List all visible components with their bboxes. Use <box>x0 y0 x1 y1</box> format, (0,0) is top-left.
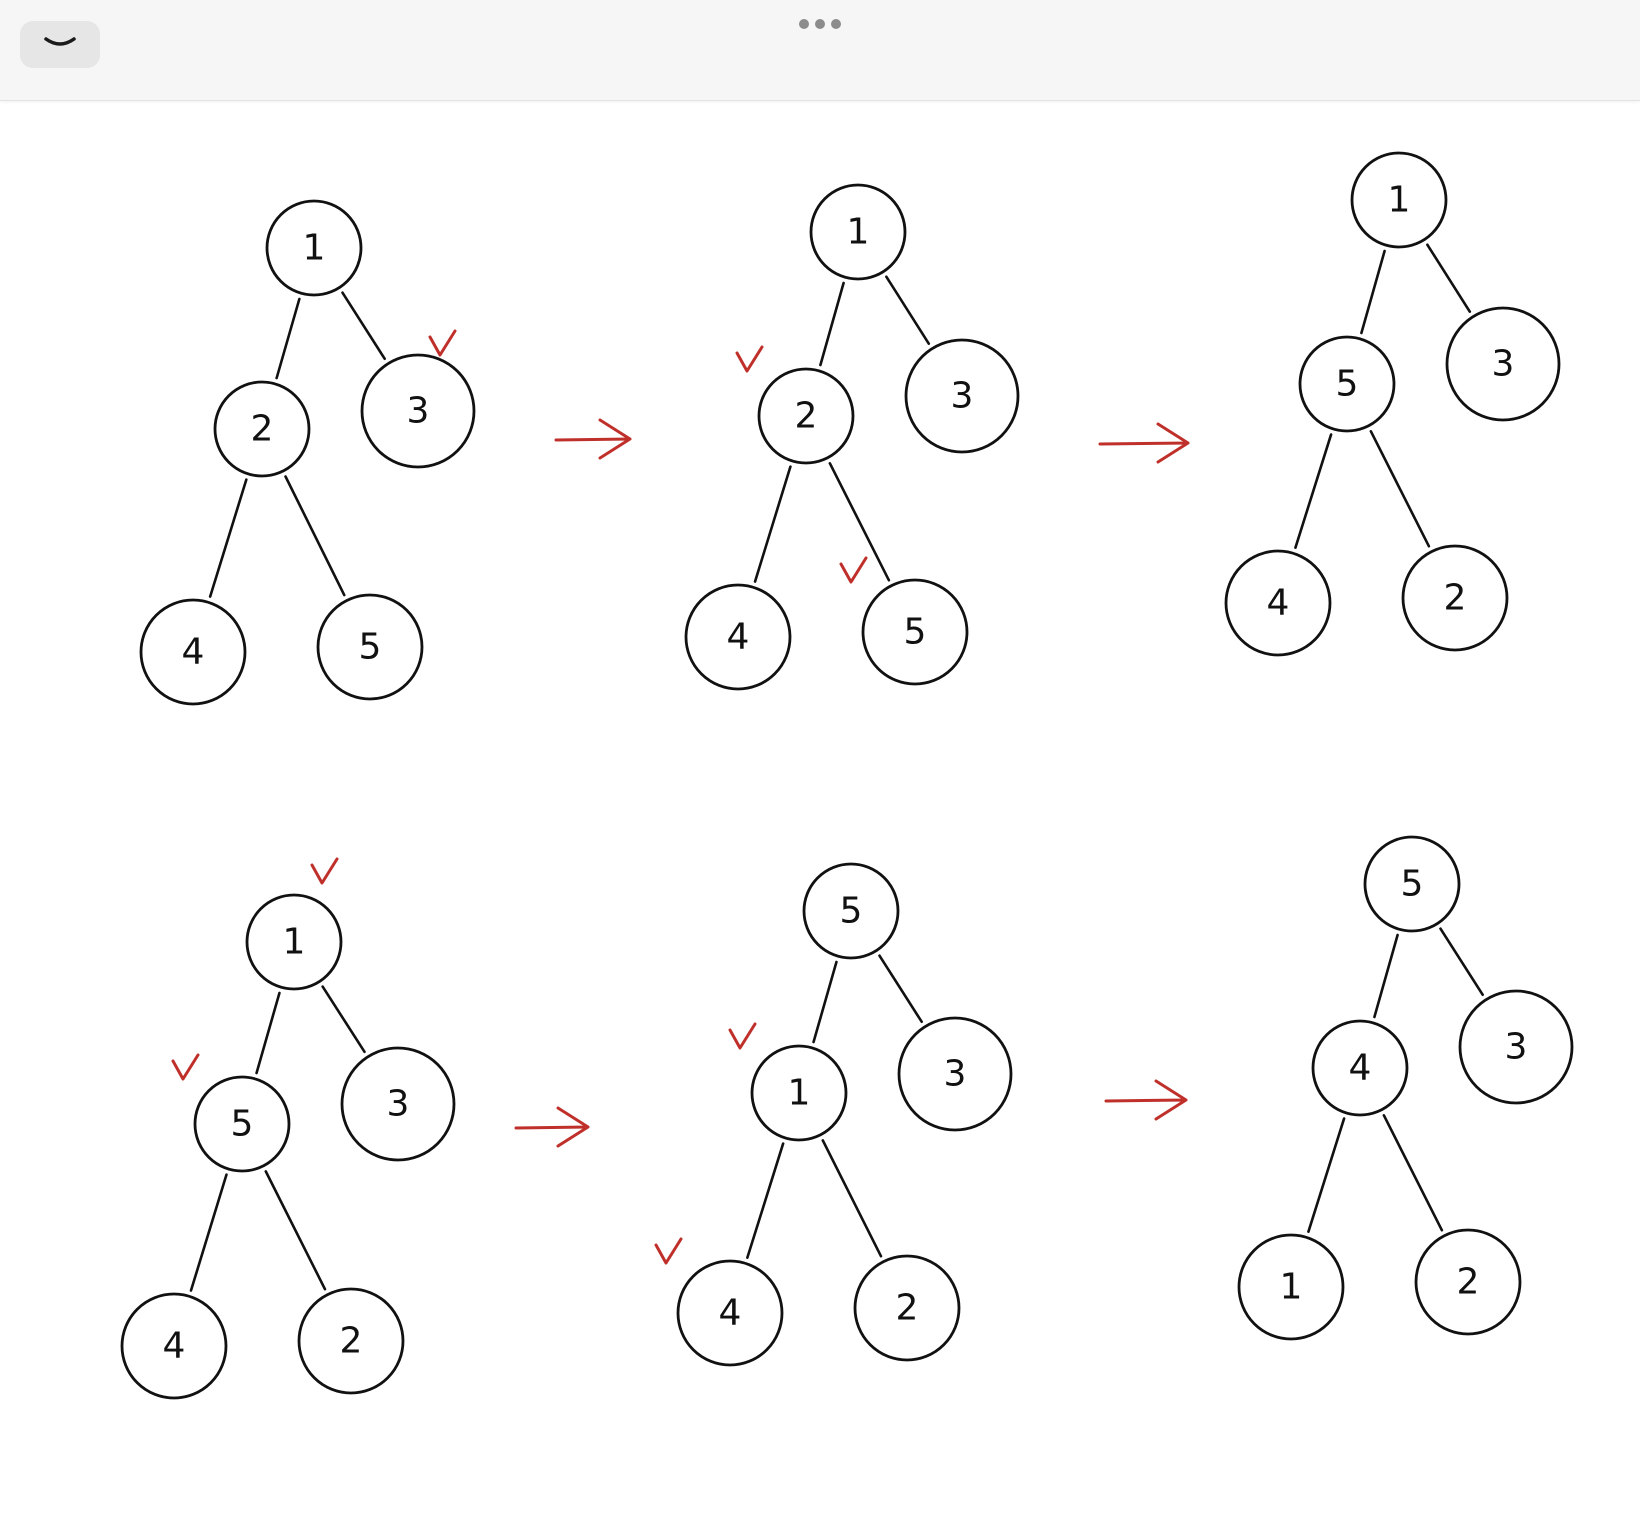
tree-edge <box>284 475 346 597</box>
tree-edge <box>746 1142 785 1259</box>
tree-edge <box>1426 243 1472 313</box>
tree-edge <box>1360 249 1386 335</box>
tree-edge <box>321 985 366 1054</box>
tree-node-label: 4 <box>1349 1048 1372 1089</box>
tree-node-label: 2 <box>251 409 274 450</box>
tree-node-label: 5 <box>1401 864 1424 905</box>
checkmark <box>839 556 868 584</box>
tree-edge <box>1439 927 1484 997</box>
tree-edge <box>275 297 301 380</box>
tree-node-label: 1 <box>303 228 326 269</box>
tree-edge <box>812 960 838 1044</box>
more-horizontal-icon <box>799 19 809 29</box>
tree-edge <box>264 1170 327 1291</box>
tree-node-label: 5 <box>904 612 927 653</box>
tree-edge <box>1294 433 1333 549</box>
checkmark <box>171 1053 200 1081</box>
tree-edge <box>255 991 281 1075</box>
tree-node-label: 1 <box>1388 180 1411 221</box>
tree-edge <box>189 1173 228 1292</box>
tree-edge <box>821 1139 883 1258</box>
tree-node-label: 5 <box>840 891 863 932</box>
tree-node-label: 2 <box>1457 1262 1480 1303</box>
tree-edge <box>208 478 248 598</box>
tree-node-label: 5 <box>1336 364 1359 405</box>
tree-edge <box>878 954 923 1024</box>
step-arrow <box>1104 1079 1188 1121</box>
tree-node-label: 2 <box>896 1288 919 1329</box>
tree-node-label: 3 <box>387 1084 410 1125</box>
drawing-canvas[interactable]: 1 2 3 4 5 1 2 3 4 5 1 5 3 4 2 1 5 3 4 2 5 1 3 4 2 5 4 3 1 2 <box>0 100 1640 1519</box>
tree-node-label: 2 <box>795 396 818 437</box>
tree-node-label: 3 <box>407 391 430 432</box>
tree-node-label: 4 <box>1267 583 1290 624</box>
tree-node-label: 3 <box>951 376 974 417</box>
tree-node-label: 1 <box>788 1073 811 1114</box>
tree-edge <box>828 462 891 582</box>
checkmark <box>654 1237 683 1265</box>
collapse-button[interactable] <box>20 21 100 68</box>
tree-node-label: 4 <box>719 1293 742 1334</box>
tree-node-label: 1 <box>1280 1267 1303 1308</box>
tree-edge <box>753 465 792 583</box>
tree-node-label: 2 <box>340 1321 363 1362</box>
tree-node-label: 1 <box>847 212 870 253</box>
tree-edge <box>1373 933 1399 1019</box>
tree-edge <box>1382 1114 1444 1232</box>
tree-node-label: 4 <box>182 632 205 673</box>
tree-edge <box>341 291 386 361</box>
step-arrow <box>554 418 632 460</box>
checkmark <box>428 329 457 357</box>
tree-edge <box>1307 1117 1346 1233</box>
tree-node-label: 3 <box>1505 1027 1528 1068</box>
checkmark <box>735 345 764 373</box>
step-arrow <box>514 1106 590 1148</box>
tree-node-label: 4 <box>727 617 750 658</box>
top-toolbar <box>0 0 1640 101</box>
more-options-button[interactable] <box>792 14 848 34</box>
step-arrow <box>1098 422 1190 464</box>
tree-edge <box>1369 430 1431 548</box>
heap-steps-diagram: 1 2 3 4 5 1 2 3 4 5 1 5 3 4 2 1 5 3 4 2 5 1 3 4 2 5 4 3 1 2 <box>120 151 1574 1400</box>
checkmark <box>310 857 339 885</box>
tree-node-label: 5 <box>231 1104 254 1145</box>
tree-node-label: 3 <box>1492 344 1515 385</box>
tree-edge <box>819 281 845 367</box>
tree-node-label: 3 <box>944 1054 967 1095</box>
checkmark <box>728 1022 757 1050</box>
tree-node-label: 4 <box>163 1326 186 1367</box>
tree-edge <box>885 275 931 345</box>
chevron-down-icon <box>43 35 77 55</box>
tree-node-label: 1 <box>283 922 306 963</box>
tree-node-label: 2 <box>1444 578 1467 619</box>
tree-node-label: 5 <box>359 627 382 668</box>
